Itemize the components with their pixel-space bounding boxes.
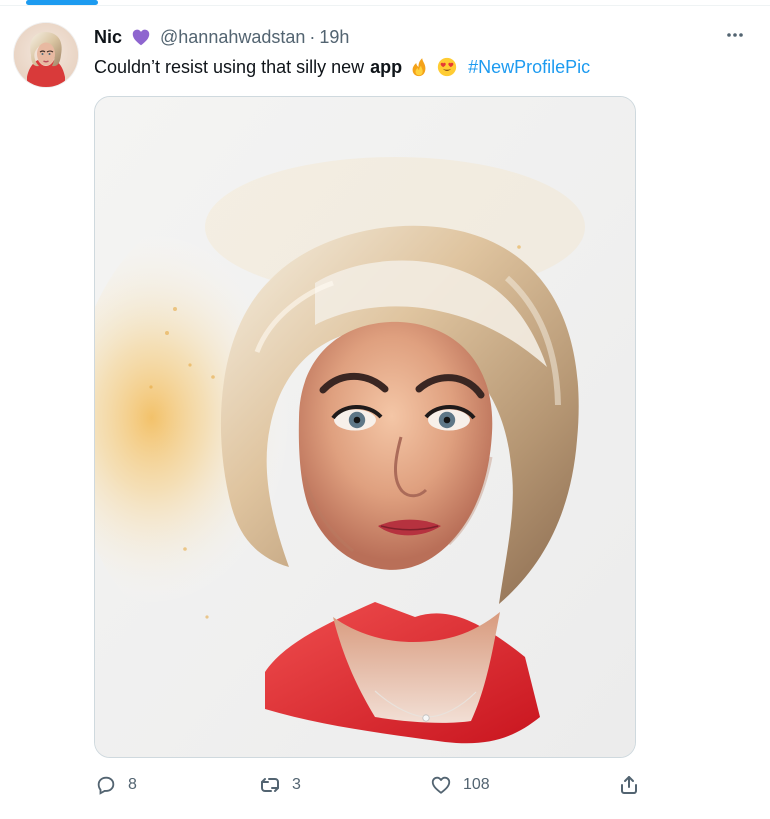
tweet-actions: 8 3 108 [94,770,654,800]
reply-count: 8 [128,776,137,793]
retweet-icon [258,773,282,797]
reply-button[interactable]: 8 [94,770,137,800]
like-icon [429,773,453,797]
fire-emoji-icon [408,56,430,78]
retweet-count: 3 [292,776,301,793]
tweet-text-bold: app [370,56,403,77]
tweet-card: Nic @hannahwadstan · 19h Couldn’t resist… [0,0,770,819]
tweet-text: Couldn’t resist using that silly new app… [94,54,590,80]
display-name[interactable]: Nic [94,27,122,48]
heart-eyes-emoji-icon [436,56,458,78]
post-time[interactable]: 19h [319,27,349,48]
meta-separator: · [309,26,316,47]
hashtag-link[interactable]: #NewProfilePic [468,57,590,78]
top-divider [0,5,770,6]
tweet-image[interactable] [94,96,636,758]
user-handle[interactable]: @hannahwadstan [160,27,305,48]
share-button[interactable] [616,770,642,800]
share-icon [616,772,642,798]
like-count: 108 [463,776,490,793]
tweet-header: Nic @hannahwadstan · 19h [94,24,349,50]
purple-heart-icon [130,26,152,48]
tweet-text-main: Couldn’t resist using that silly new [94,56,365,77]
more-options-button[interactable] [724,26,746,48]
like-button[interactable]: 108 [429,770,490,800]
avatar[interactable] [14,23,78,87]
reply-icon [94,773,118,797]
retweet-button[interactable]: 3 [258,770,301,800]
more-icon [724,24,746,51]
